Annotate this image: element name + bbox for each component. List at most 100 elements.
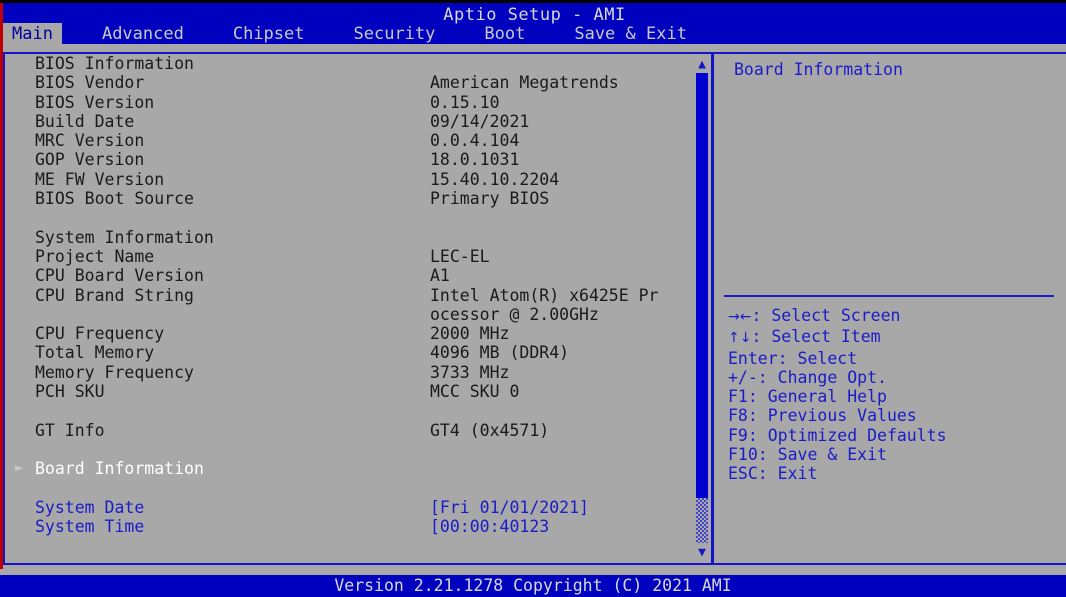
key-hint-f9-optimized-defaults: F9: Optimized Defaults [728,426,1058,445]
setting-label: System Date [35,497,145,517]
setting-row-system-time[interactable]: System Time [00:00:40123 [5,517,681,536]
setting-label: PCH SKU [35,382,105,402]
setting-value: Primary BIOS [430,189,550,209]
setting-row-gt-info: GT Info GT4 (0x4571) [5,421,681,440]
main-settings-panel: BIOS Information BIOS Vendor American Mega… [3,52,713,565]
setting-label: ME FW Version [35,169,165,189]
key-legend: →←: Select Screen ↑↓: Select Item Enter: S… [728,306,1058,484]
setting-label: MRC Version [35,131,145,151]
setting-value: 2000 MHz [430,324,510,344]
setting-row-cpu-frequency: CPU Frequency 2000 MHz [5,324,681,343]
tab-main[interactable]: Main [3,23,62,45]
key-hint-enter-select: Enter: Select [728,349,1058,368]
arrow-keys-icon: ↑↓ [728,330,752,347]
scrollbar-dither-region [696,498,708,543]
setting-row-ocessor-2-00ghz: ocessor @ 2.00GHz [5,305,681,324]
setting-label: CPU Brand String [35,285,194,305]
footer-bar: Version 2.21.1278 Copyright (C) 2021 AMI [0,575,1066,597]
setting-value: 3733 MHz [430,362,510,382]
setting-row-me-fw-version: ME FW Version 15.40.10.2204 [5,170,681,189]
tab-boot[interactable]: Boot [475,23,534,45]
key-hint-label: F10: Save & Exit [728,445,887,465]
arrow-keys-icon: →← [728,309,752,325]
setting-row-bios-information: BIOS Information [5,54,681,73]
setting-value: 0.15.10 [430,92,500,112]
key-hint-esc-exit: ESC: Exit [728,464,1058,483]
setting-label: Total Memory [35,343,155,363]
scroll-down-arrow-icon[interactable]: ▼ [694,546,710,559]
setting-label: System Information [35,227,214,247]
key-hint-label: F1: General Help [728,387,887,407]
key-hint-label: F8: Previous Values [728,406,917,426]
setting-value: ocessor @ 2.00GHz [430,304,599,324]
setting-value: American Megatrends [430,73,619,93]
setting-label: CPU Frequency [35,324,165,344]
setting-row-build-date: Build Date 09/14/2021 [5,112,681,131]
tab-chipset[interactable]: Chipset [224,23,314,45]
setting-value: 0.0.4.104 [430,131,520,151]
key-hint-f1-general-help: F1: General Help [728,387,1058,406]
help-panel: Board Information →←: Select Screen ↑↓ : S… [712,52,1066,565]
setting-label: Board Information [35,459,204,479]
setting-row-cpu-brand-string: CPU Brand String Intel Atom(R) x6425E Pr [5,286,681,305]
help-separator [724,295,1054,297]
setting-label: GOP Version [35,150,145,170]
setting-row-total-memory: Total Memory 4096 MB (DDR4) [5,343,681,362]
key-hint-label: : Select Screen [751,306,901,325]
bios-setup-screen: Aptio Setup - AMI Main Advanced Chipset Sec… [0,0,1066,597]
version-copyright: Version 2.21.1278 Copyright (C) 2021 AMI [334,576,732,595]
tab-save-exit[interactable]: Save & Exit [565,23,696,45]
setting-row-bios-vendor: BIOS Vendor American Megatrends [5,73,681,92]
setting-label: Project Name [35,246,155,266]
setting-row-cpu-board-version: CPU Board Version A1 [5,266,681,285]
tab-advanced[interactable]: Advanced [93,23,193,45]
row-spacer [5,401,681,420]
submenu-board-information[interactable]: ► Board Information [5,459,681,478]
scrollbar-thumb[interactable] [696,73,708,498]
setting-row-bios-boot-source: BIOS Boot Source Primary BIOS [5,189,681,208]
setting-label: System Time [35,517,145,537]
scrollbar-track[interactable] [696,72,708,545]
key-hint-f8-previous-values: F8: Previous Values [728,406,1058,425]
setting-label: Build Date [35,111,135,131]
setting-label: BIOS Version [35,92,155,112]
submenu-arrow-icon: ► [15,460,24,477]
setting-label: BIOS Vendor [35,73,145,93]
tab-security[interactable]: Security [345,23,445,45]
setting-value: Intel Atom(R) x6425E Pr [430,285,659,305]
setting-label: BIOS Information [35,54,194,73]
setting-value: 15.40.10.2204 [430,169,560,189]
vertical-scrollbar[interactable]: ▲ ▼ [693,58,711,559]
setting-value: MCC SKU 0 [430,382,520,402]
key-hint-change-opt: +/-: Change Opt. [728,368,1058,387]
key-hint-label: Enter: Select [728,348,858,368]
setting-value: 4096 MB (DDR4) [430,343,570,363]
row-spacer [5,440,681,459]
key-hint-f10-save-exit: F10: Save & Exit [728,445,1058,464]
key-hint-select-screen: →←: Select Screen [728,306,1058,327]
setting-label: BIOS Boot Source [35,189,194,209]
key-hint-label: +/-: Change Opt. [728,367,887,387]
setting-value: GT4 (0x4571) [430,420,550,440]
setting-value: 09/14/2021 [430,111,530,131]
setting-value[interactable]: [Fri 01/01/2021] [430,498,589,517]
row-spacer [5,479,681,498]
setting-label: Memory Frequency [35,362,194,382]
setting-row-mrc-version: MRC Version 0.0.4.104 [5,131,681,150]
scroll-up-arrow-icon[interactable]: ▲ [694,58,710,71]
setting-row-system-information: System Information [5,228,681,247]
setting-row-project-name: Project Name LEC-EL [5,247,681,266]
help-title: Board Information [734,60,903,79]
row-spacer [5,208,681,227]
setting-value: 18.0.1031 [430,150,520,170]
setting-value: A1 [430,266,450,286]
settings-list[interactable]: BIOS Information BIOS Vendor American Mega… [5,54,681,563]
setting-value[interactable]: [00:00:40123 [430,517,549,536]
setting-row-gop-version: GOP Version 18.0.1031 [5,150,681,169]
key-hint-label: F9: Optimized Defaults [728,425,947,445]
setting-row-system-date[interactable]: System Date [Fri 01/01/2021] [5,498,681,517]
menu-tab-bar[interactable]: Main Advanced Chipset Security Boot Save & Ex… [3,23,1066,45]
setting-label: CPU Board Version [35,266,204,286]
setting-row-memory-frequency: Memory Frequency 3733 MHz [5,363,681,382]
key-hint-label: ESC: Exit [728,464,818,484]
